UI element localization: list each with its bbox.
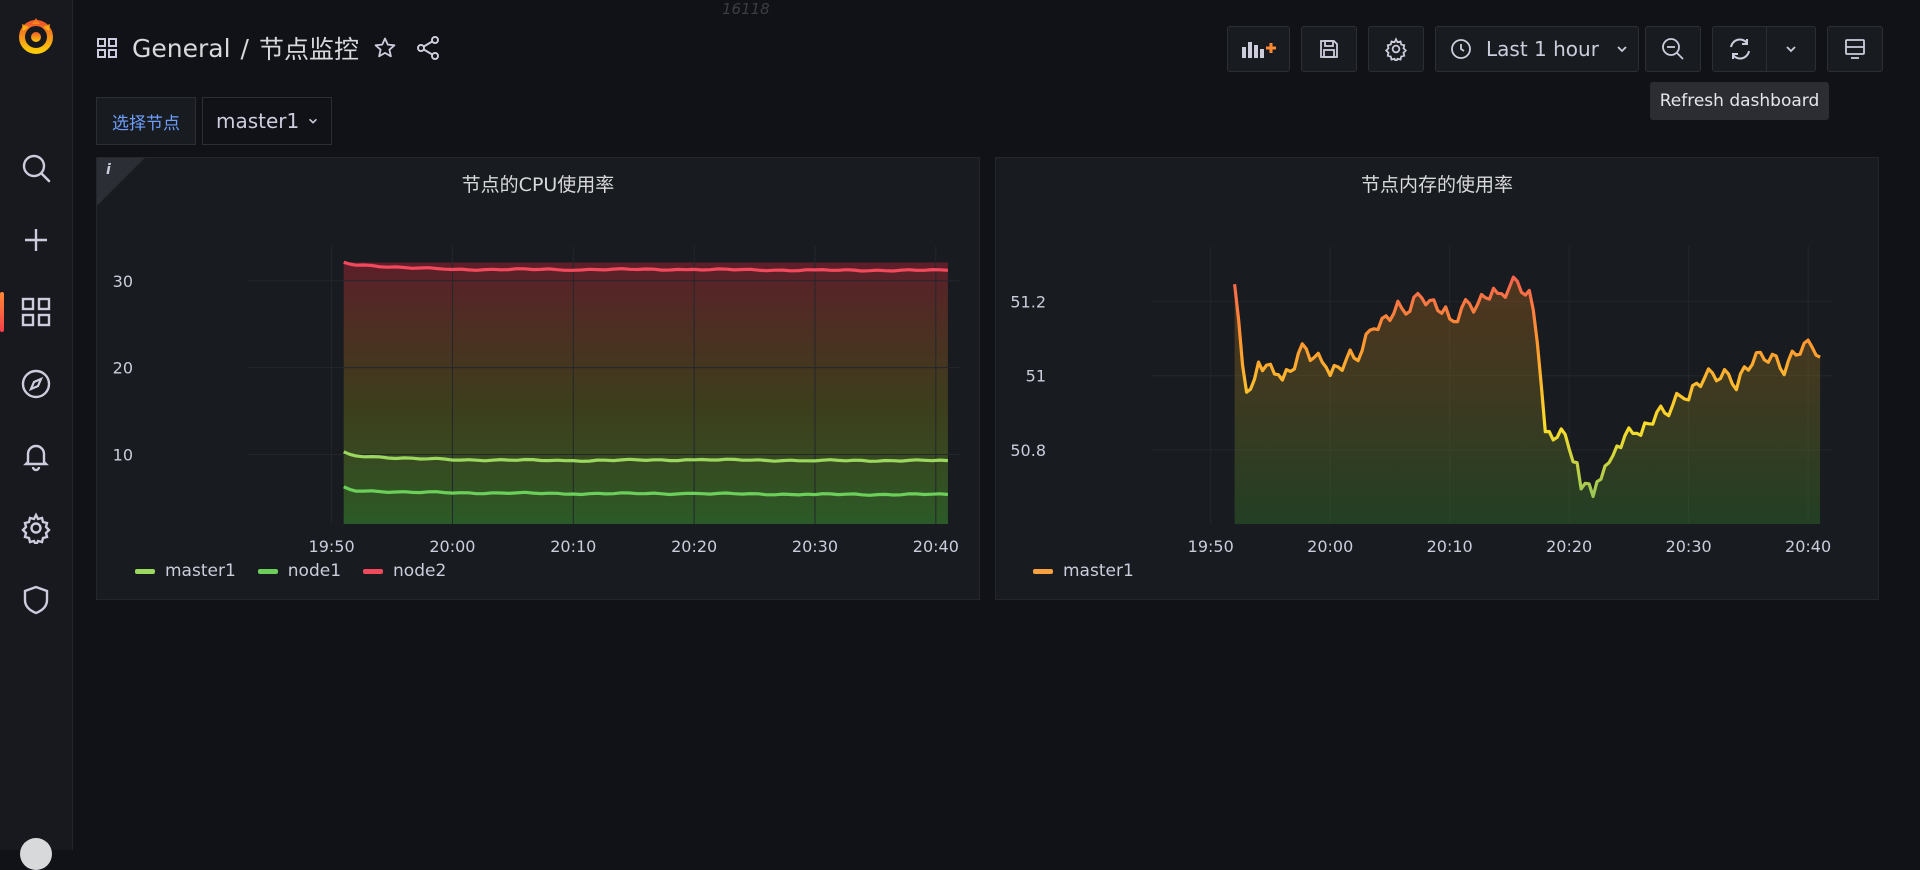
add-panel-button[interactable] — [1227, 26, 1290, 72]
legend-label: node2 — [393, 561, 447, 581]
x-tick-label: 20:20 — [671, 537, 717, 556]
grafana-logo-icon[interactable] — [14, 14, 58, 58]
shield-icon[interactable] — [0, 570, 72, 630]
legend-item-master1[interactable]: master1 — [135, 561, 236, 581]
x-tick-label: 20:30 — [1666, 537, 1712, 556]
cpu-area-fill — [343, 262, 948, 524]
series-area-master1 — [1234, 277, 1821, 524]
watermark-text: 16118 — [722, 0, 770, 18]
search-icon[interactable] — [0, 138, 72, 198]
cpu-usage-panel: i 节点的CPU使用率 10 20 30 19:50 20:00 20:10 20:20 20… — [96, 157, 980, 600]
legend-label: master1 — [1063, 561, 1134, 581]
share-icon[interactable] — [415, 35, 441, 61]
legend-swatch — [135, 568, 155, 574]
explore-icon[interactable] — [0, 354, 72, 414]
legend-label: master1 — [165, 561, 236, 581]
y-tick-label: 10 — [113, 446, 133, 465]
y-tick-label: 30 — [113, 272, 133, 291]
clock-icon — [1450, 38, 1472, 60]
x-tick-label: 20:10 — [550, 537, 596, 556]
dashboards-icon[interactable] — [0, 282, 72, 342]
refresh-dashboard-button[interactable] — [1713, 27, 1768, 71]
time-range-label: Last 1 hour — [1486, 37, 1599, 61]
settings-gear-icon[interactable] — [0, 498, 72, 558]
dashboard-grid-icon — [96, 37, 118, 59]
plus-icon[interactable] — [0, 210, 72, 270]
user-avatar[interactable] — [20, 838, 52, 870]
x-tick-label: 20:40 — [1785, 537, 1831, 556]
refresh-picker — [1712, 26, 1816, 72]
memory-legend: master1 — [1033, 561, 1134, 581]
side-menu — [0, 0, 73, 870]
legend-swatch — [363, 568, 384, 574]
x-tick-label: 20:00 — [1307, 537, 1353, 556]
x-tick-label: 19:50 — [309, 537, 355, 556]
refresh-tooltip: Refresh dashboard — [1650, 82, 1829, 120]
node-variable-select[interactable]: master1 — [202, 97, 332, 145]
x-tick-label: 20:00 — [429, 537, 475, 556]
y-tick-label: 20 — [113, 359, 133, 378]
legend-label: node1 — [287, 561, 342, 581]
legend-item-node2[interactable]: node2 — [363, 561, 446, 581]
tv-mode-button[interactable] — [1827, 26, 1883, 72]
x-tick-label: 19:50 — [1188, 537, 1234, 556]
cpu-chart[interactable]: 10 20 30 19:50 20:00 20:10 20:20 20:30 20:40 — [97, 158, 981, 558]
memory-chart[interactable]: 50.8 51 51.2 19:50 20:00 20:10 20:20 20:30 20:40 — [996, 158, 1880, 558]
chevron-down-icon — [307, 115, 319, 127]
x-tick-label: 20:40 — [913, 537, 959, 556]
x-tick-label: 20:10 — [1427, 537, 1473, 556]
x-tick-label: 20:30 — [792, 537, 838, 556]
x-tick-label: 20:20 — [1546, 537, 1592, 556]
save-dashboard-button[interactable] — [1301, 26, 1357, 72]
chevron-down-icon — [1615, 42, 1629, 56]
y-tick-label: 50.8 — [1010, 441, 1046, 460]
legend-swatch — [1033, 568, 1053, 574]
y-tick-label: 51.2 — [1010, 293, 1046, 312]
alerting-bell-icon[interactable] — [0, 426, 72, 486]
dashboard-settings-button[interactable] — [1368, 26, 1424, 72]
node-variable-label: 选择节点 — [96, 97, 196, 145]
breadcrumb-separator: / — [240, 33, 249, 63]
legend-item-node1[interactable]: node1 — [257, 561, 342, 581]
refresh-interval-chevron-icon[interactable] — [1767, 42, 1815, 56]
dashboard-title[interactable]: 节点监控 — [259, 30, 359, 66]
memory-usage-panel: 节点内存的使用率 50.8 51 51.2 19:50 20:00 20:10 20:20 2… — [995, 157, 1879, 600]
legend-item-master1[interactable]: master1 — [1033, 561, 1134, 581]
y-tick-label: 51 — [1026, 367, 1046, 386]
breadcrumb: General / 节点监控 — [96, 30, 441, 66]
star-icon[interactable] — [373, 36, 397, 60]
node-variable-value: master1 — [216, 109, 300, 133]
time-picker-button[interactable]: Last 1 hour — [1435, 26, 1639, 72]
legend-swatch — [257, 568, 278, 574]
cpu-legend: master1 node1 node2 — [135, 561, 446, 581]
zoom-out-button[interactable] — [1645, 26, 1701, 72]
breadcrumb-folder[interactable]: General — [132, 34, 231, 63]
